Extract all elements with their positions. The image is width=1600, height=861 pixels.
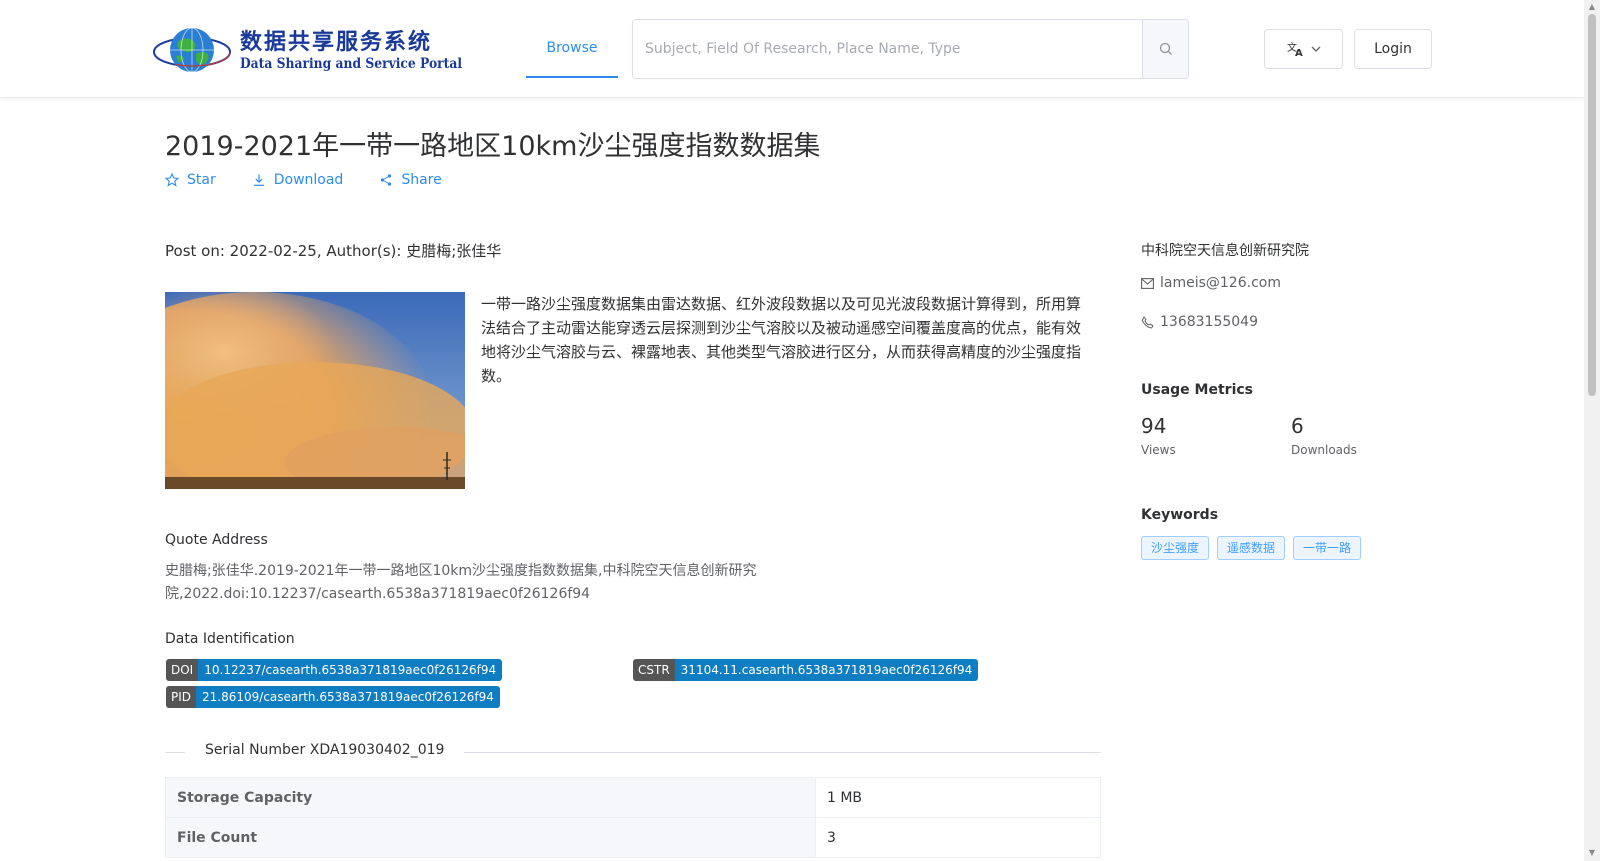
search-button[interactable]: [1142, 20, 1188, 78]
star-button[interactable]: Star: [165, 172, 216, 188]
pid-key: PID: [166, 686, 197, 708]
download-label: Download: [273, 172, 344, 188]
usage-metrics-heading: Usage Metrics: [1141, 382, 1253, 398]
table-row: File Count 3: [165, 817, 1101, 858]
keyword-tag[interactable]: 遥感数据: [1217, 536, 1286, 560]
scroll-up-arrow-icon[interactable]: ▲: [1587, 2, 1597, 12]
quote-address-text: 史腊梅;张佳华.2019-2021年一带一路地区10km沙尘强度指数数据集,中科…: [165, 563, 757, 602]
quote-address-label: Quote Address: [165, 532, 268, 548]
scroll-thumb[interactable]: [1588, 14, 1596, 396]
login-button[interactable]: Login: [1354, 29, 1432, 69]
doi-key: DOI: [166, 659, 199, 681]
share-label: Share: [401, 172, 442, 188]
share-button[interactable]: Share: [379, 172, 442, 188]
nav-browse-tab[interactable]: Browse: [526, 20, 618, 78]
dataset-title: 2019-2021年一带一路地区10km沙尘强度指数数据集: [165, 131, 821, 162]
post-info: Post on: 2022-02-25, Author(s): 史腊梅;张佳华: [165, 242, 502, 260]
email-text: lameis@126.com: [1160, 275, 1281, 291]
site-logo[interactable]: 数据共享服务系统 Data Sharing and Service Portal: [152, 20, 462, 80]
table-row: Storage Capacity 1 MB: [165, 777, 1101, 818]
cstr-badge[interactable]: CSTR 31104.11.casearth.6538a371819aec0f2…: [633, 659, 979, 681]
downloads-label: Downloads: [1291, 443, 1357, 457]
mail-icon: [1141, 277, 1154, 289]
contact-phone[interactable]: 13683155049: [1141, 314, 1258, 330]
dataset-actions: Star Download Share: [165, 172, 478, 188]
page-scrollbar[interactable]: ▲ ▼: [1584, 0, 1600, 861]
star-label: Star: [187, 172, 216, 188]
keywords-heading: Keywords: [1141, 507, 1219, 523]
serial-number: Serial Number XDA19030402_019: [205, 742, 445, 758]
download-button[interactable]: Download: [252, 172, 344, 188]
divider-line-left: [165, 752, 185, 753]
globe-logo-icon: [153, 27, 231, 73]
downloads-count: 6: [1291, 414, 1304, 438]
cstr-value: 31104.11.casearth.6538a371819aec0f26126f…: [674, 659, 979, 681]
dataset-info-table: Storage Capacity 1 MB File Count 3: [165, 777, 1101, 858]
serial-number-divider: Serial Number XDA19030402_019: [165, 742, 1101, 762]
phone-icon: [1141, 315, 1154, 329]
search-icon: [1159, 42, 1172, 55]
storage-capacity-value: 1 MB: [815, 777, 1101, 818]
data-identification-label: Data Identification: [165, 631, 295, 647]
file-count-value: 3: [815, 817, 1101, 858]
keyword-tag[interactable]: 一带一路: [1293, 536, 1362, 560]
translate-icon: 文 A: [1287, 41, 1303, 57]
download-icon: [253, 174, 264, 186]
storage-capacity-key: Storage Capacity: [165, 777, 816, 818]
organization-name: 中科院空天信息创新研究院: [1141, 243, 1309, 259]
pid-value: 21.86109/casearth.6538a371819aec0f26126f…: [196, 686, 500, 708]
dataset-thumbnail: [165, 292, 465, 489]
views-count: 94: [1141, 414, 1167, 438]
search-bar: [632, 19, 1189, 79]
pid-badge[interactable]: PID 21.86109/casearth.6538a371819aec0f26…: [166, 686, 500, 708]
svg-text:A: A: [1295, 48, 1303, 57]
chevron-down-icon: [1311, 46, 1320, 52]
logo-title-cn: 数据共享服务系统: [240, 30, 433, 55]
doi-badge[interactable]: DOI 10.12237/casearth.6538a371819aec0f26…: [166, 659, 503, 681]
contact-email[interactable]: lameis@126.com: [1141, 275, 1281, 291]
divider-line-right: [464, 752, 1101, 753]
scroll-down-arrow-icon[interactable]: ▼: [1587, 848, 1597, 858]
top-header: 数据共享服务系统 Data Sharing and Service Portal…: [0, 0, 1584, 98]
language-switch-button[interactable]: 文 A: [1264, 29, 1343, 69]
search-input[interactable]: [633, 20, 1142, 78]
star-icon: [165, 173, 179, 187]
phone-text: 13683155049: [1160, 314, 1258, 330]
cstr-key: CSTR: [633, 659, 675, 681]
dataset-description: 一带一路沙尘强度数据集由雷达数据、红外波段数据以及可见光波段数据计算得到，所用算…: [481, 295, 1082, 385]
doi-value: 10.12237/casearth.6538a371819aec0f26126f…: [198, 659, 503, 681]
file-count-key: File Count: [165, 817, 816, 858]
keyword-tag[interactable]: 沙尘强度: [1141, 536, 1210, 560]
views-label: Views: [1141, 443, 1176, 457]
share-icon: [381, 174, 392, 186]
logo-title-en: Data Sharing and Service Portal: [240, 56, 463, 72]
